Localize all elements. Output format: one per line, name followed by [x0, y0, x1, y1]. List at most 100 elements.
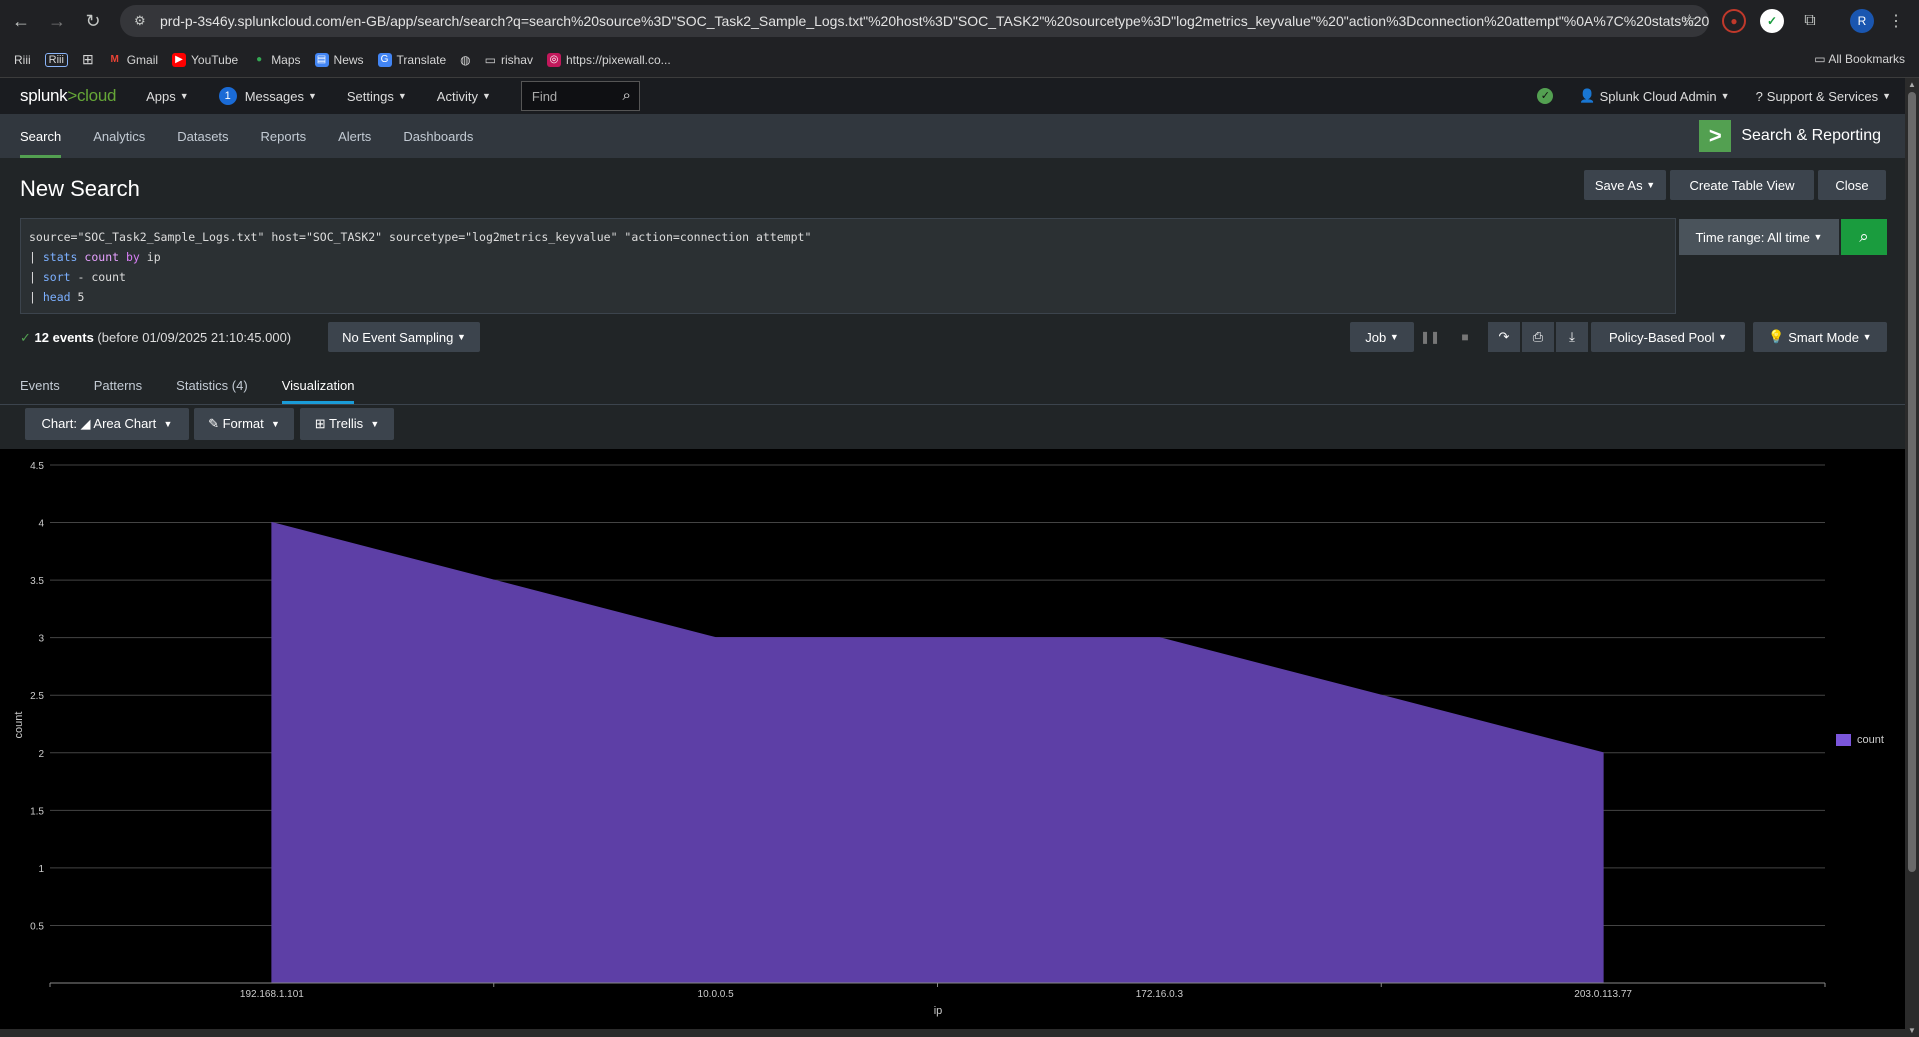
event-sampling-dropdown[interactable]: No Event Sampling ▼: [328, 322, 480, 352]
create-table-view-button[interactable]: Create Table View: [1670, 170, 1814, 200]
horizontal-scrollbar[interactable]: [0, 1029, 1905, 1037]
query-pipe: |: [29, 250, 43, 264]
address-bar[interactable]: ⚙ prd-p-3s46y.splunkcloud.com/en-GB/app/…: [120, 5, 1709, 37]
chart-type-dropdown[interactable]: Chart: ◢ Area Chart ▼: [25, 408, 189, 440]
tab-label: Patterns: [93, 377, 143, 393]
save-as-button[interactable]: Save As ▼: [1584, 170, 1666, 200]
browser-toolbar: ← → ↻ ⚙ prd-p-3s46y.splunkcloud.com/en-G…: [0, 0, 1919, 42]
tab-analytics[interactable]: Analytics: [93, 114, 145, 158]
health-status-icon[interactable]: ✓: [1537, 88, 1554, 104]
settings-menu[interactable]: Settings ▼: [347, 89, 407, 104]
caret-down-icon: ▼: [1720, 91, 1730, 101]
tab-datasets[interactable]: Datasets: [177, 114, 228, 158]
bookmark-riii-2[interactable]: Riii: [44, 52, 68, 67]
logo-text-right: cloud: [76, 86, 117, 105]
bookmark-riii-1[interactable]: Riii: [14, 53, 31, 67]
app-title[interactable]: > Search & Reporting: [1699, 120, 1881, 152]
bookmark-news[interactable]: ▤ News: [314, 52, 364, 67]
export-icon[interactable]: ⤓: [1556, 322, 1588, 352]
y-tick-label: 3: [38, 634, 44, 645]
tab-visualization[interactable]: Visualization: [281, 366, 354, 404]
search-icon: ⌕: [1859, 227, 1869, 246]
stop-icon[interactable]: ■: [1453, 322, 1477, 352]
print-icon[interactable]: ⎙: [1522, 322, 1554, 352]
translate-icon: G: [377, 52, 392, 67]
extensions-puzzle-icon[interactable]: ⧉: [1798, 9, 1822, 33]
time-range-picker[interactable]: Time range: All time ▼: [1679, 219, 1839, 255]
bookmark-label: YouTube: [191, 52, 239, 67]
chart-legend[interactable]: count: [1836, 734, 1884, 746]
share-icon[interactable]: ↷: [1488, 322, 1520, 352]
all-bookmarks[interactable]: ▭ All Bookmarks: [1814, 52, 1905, 66]
app-nav-bar: Search Analytics Datasets Reports Alerts…: [0, 114, 1905, 158]
tab-search[interactable]: Search: [20, 114, 62, 158]
tab-reports[interactable]: Reports: [261, 114, 307, 158]
bookmark-label: rishav: [500, 52, 533, 67]
caret-down-icon: ▼: [163, 419, 173, 429]
bookmark-apps-grid[interactable]: ⊞: [82, 51, 94, 68]
splunk-logo[interactable]: splunk>cloud: [20, 86, 116, 106]
close-button[interactable]: Close: [1818, 170, 1886, 200]
y-tick-label: 1: [38, 864, 44, 875]
query-arg: ip: [139, 250, 161, 264]
format-label: ✎ Format: [208, 416, 264, 431]
profile-avatar[interactable]: R: [1850, 9, 1874, 33]
browser-menu-icon[interactable]: ⋮: [1884, 9, 1908, 33]
close-label: Close: [1835, 177, 1869, 193]
scrollbar-thumb[interactable]: [1908, 92, 1916, 872]
apps-menu[interactable]: Apps ▼: [146, 89, 189, 104]
support-menu[interactable]: ? Support & Services ▼: [1756, 89, 1891, 104]
tab-statistics[interactable]: Statistics (4): [176, 366, 248, 404]
caret-down-icon: ▼: [456, 332, 466, 342]
result-tabs: Events Patterns Statistics (4) Visualiza…: [0, 366, 368, 404]
tab-patterns[interactable]: Patterns: [94, 366, 142, 404]
activity-menu[interactable]: Activity ▼: [437, 89, 491, 104]
caret-down-icon: ▼: [271, 419, 280, 429]
page-scrollbar[interactable]: ▲ ▼: [1905, 78, 1919, 1037]
pause-icon[interactable]: ❚❚: [1418, 322, 1442, 352]
tab-label: Alerts: [338, 128, 372, 144]
search-icon[interactable]: ⌕: [622, 87, 630, 104]
user-menu[interactable]: 👤 Splunk Cloud Admin ▼: [1579, 88, 1729, 104]
url-text: prd-p-3s46y.splunkcloud.com/en-GB/app/se…: [160, 13, 1709, 29]
tab-events[interactable]: Events: [20, 366, 60, 404]
scroll-down-icon[interactable]: ▼: [1907, 1026, 1917, 1035]
query-command: stats: [42, 250, 78, 264]
tab-dashboards[interactable]: Dashboards: [403, 114, 473, 158]
trellis-dropdown[interactable]: ⊞ Trellis ▼: [300, 408, 394, 440]
pool-label: Policy-Based Pool: [1608, 329, 1715, 345]
user-icon: 👤: [1579, 88, 1596, 103]
bookmark-rishav[interactable]: ▭ rishav: [485, 53, 533, 67]
query-line-2: | stats count by ip: [29, 247, 1667, 267]
bookmark-gmail[interactable]: M Gmail: [108, 52, 159, 67]
check-icon: ✓: [20, 330, 31, 345]
bookmark-youtube[interactable]: ▶ YouTube: [172, 52, 239, 67]
tab-alerts[interactable]: Alerts: [338, 114, 371, 158]
back-icon[interactable]: ←: [6, 6, 36, 36]
forward-icon[interactable]: →: [42, 6, 72, 36]
scroll-up-icon[interactable]: ▲: [1907, 80, 1917, 89]
extension-record-icon[interactable]: ●: [1722, 9, 1746, 33]
bookmark-translate[interactable]: G Translate: [377, 52, 446, 67]
y-tick-label: 2: [38, 749, 44, 760]
search-query-editor[interactable]: source="SOC_Task2_Sample_Logs.txt" host=…: [20, 218, 1676, 314]
find-input[interactable]: Find ⌕: [520, 81, 640, 111]
format-dropdown[interactable]: ✎ Format ▼: [194, 408, 294, 440]
bookmark-maps[interactable]: ● Maps: [252, 53, 300, 67]
reload-icon[interactable]: ↻: [78, 6, 108, 36]
extension-shield-icon[interactable]: ✓: [1760, 9, 1784, 33]
job-menu[interactable]: Job ▼: [1350, 322, 1414, 352]
bookmark-label: Gmail: [126, 52, 159, 67]
search-mode-dropdown[interactable]: 💡 Smart Mode ▼: [1753, 322, 1887, 352]
bookmark-pixewall[interactable]: ◎ https://pixewall.co...: [546, 52, 671, 67]
x-tick-label: 203.0.113.77: [1574, 989, 1632, 1000]
bookmark-star-icon[interactable]: ☆: [1682, 11, 1697, 31]
policy-pool-dropdown[interactable]: Policy-Based Pool ▼: [1591, 322, 1745, 352]
bookmark-globe[interactable]: ◍: [460, 53, 470, 67]
y-tick-label: 3.5: [30, 576, 44, 587]
site-info-icon[interactable]: ⚙: [134, 13, 150, 29]
bookmark-label: News: [333, 52, 364, 67]
messages-menu[interactable]: 1 Messages ▼: [218, 87, 317, 105]
y-tick-label: 2.5: [30, 691, 44, 702]
run-search-button[interactable]: ⌕: [1841, 219, 1887, 255]
